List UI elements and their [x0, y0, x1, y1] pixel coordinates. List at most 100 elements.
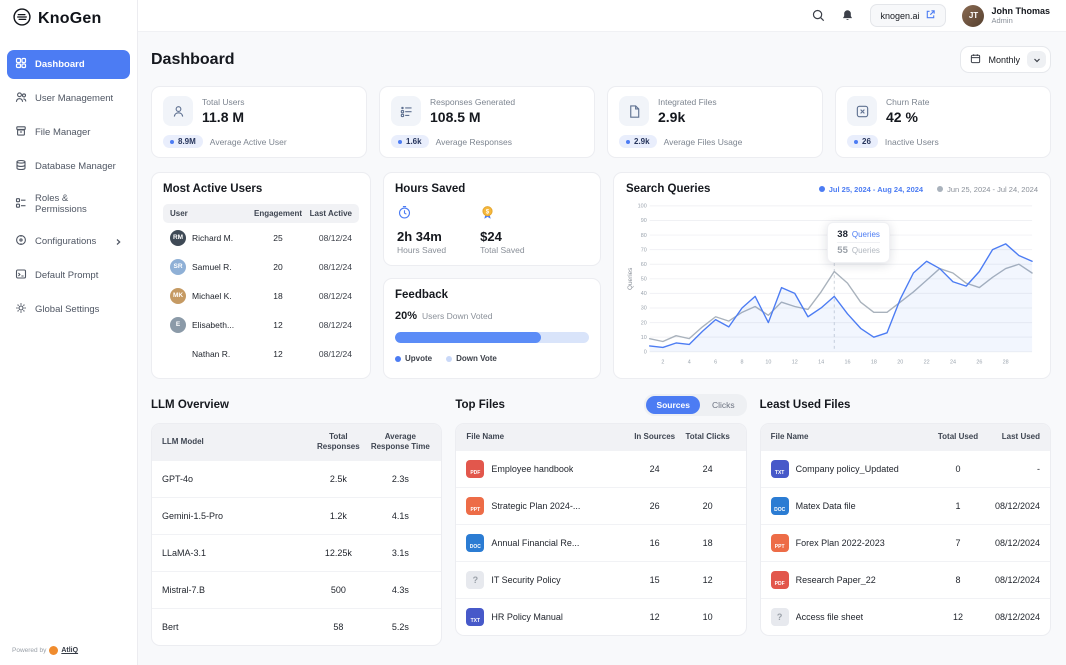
app-root: KnoGen Dashboard User Management File Ma… [0, 0, 1066, 665]
file-type-icon: ? [466, 571, 484, 589]
table-row[interactable]: ?IT Security Policy 1512 [456, 561, 745, 598]
sidebar-item-dashboard[interactable]: Dashboard [7, 50, 130, 79]
table-row[interactable]: Mistral-7.B5004.3s [152, 571, 441, 608]
stat-label: Total Users [202, 97, 245, 107]
table-row[interactable]: ?Access file sheet 1208/12/2024 [761, 598, 1050, 635]
stat-badge: 1.6k [391, 135, 429, 148]
sidebar-item-global-settings[interactable]: Global Settings [7, 295, 130, 324]
svg-text:14: 14 [818, 360, 824, 366]
table-header: File Name In Sources Total Clicks [456, 424, 745, 450]
stat-badge-label: Average Active User [210, 137, 287, 147]
knogen-logo-icon [12, 7, 32, 32]
card-title: Hours Saved [395, 183, 589, 195]
svg-text:100: 100 [638, 204, 647, 210]
sidebar-item-configurations[interactable]: Configurations [7, 227, 130, 256]
sidebar-item-label: Roles & Permissions [35, 193, 122, 215]
file-type-icon: TXT [466, 608, 484, 626]
churn-icon [847, 96, 877, 126]
powered-by: Powered by AtliQ [0, 636, 137, 665]
chevron-down-icon[interactable] [1027, 51, 1046, 68]
file-type-icon: PDF [771, 571, 789, 589]
tab-clicks[interactable]: Clicks [702, 396, 745, 414]
database-icon [15, 159, 27, 174]
svg-text:10: 10 [765, 360, 771, 366]
legend-upvote: Upvote [395, 354, 432, 363]
llm-overview-table: LLM Model Total Responses Average Respon… [151, 423, 442, 646]
top-files-toggle: Sources Clicks [644, 394, 746, 416]
file-type-icon: ? [771, 608, 789, 626]
svg-text:30: 30 [641, 306, 647, 312]
dollar-icon: $ [480, 207, 495, 224]
stat-badge-label: Inactive Users [885, 137, 939, 147]
svg-text:Queries: Queries [627, 268, 634, 290]
search-icon[interactable] [812, 9, 825, 22]
stat-badge: 2.9k [619, 135, 657, 148]
svg-text:4: 4 [688, 360, 691, 366]
sidebar-item-user-management[interactable]: User Management [7, 84, 130, 113]
table-row[interactable]: PDFResearch Paper_22 808/12/2024 [761, 561, 1050, 598]
bell-icon[interactable] [841, 9, 854, 22]
table-row[interactable]: Bert585.2s [152, 608, 441, 645]
table-header: User Engagement Last Active [163, 204, 359, 223]
table-row[interactable]: NRNathan R. 12 08/12/24 [163, 339, 359, 368]
sidebar-item-default-prompt[interactable]: Default Prompt [7, 261, 130, 290]
least-used-files-table: File Name Total Used Last Used TXTCompan… [760, 423, 1051, 636]
svg-text:80: 80 [641, 233, 647, 239]
svg-text:40: 40 [641, 291, 647, 297]
section-title: Top Files [455, 399, 505, 411]
stat-badge-label: Average Responses [436, 137, 512, 147]
sidebar-item-database-manager[interactable]: Database Manager [7, 152, 130, 181]
tab-sources[interactable]: Sources [646, 396, 700, 414]
svg-text:8: 8 [740, 360, 743, 366]
table-row[interactable]: PPTForex Plan 2022-2023 708/12/2024 [761, 524, 1050, 561]
user-role: Admin [991, 16, 1050, 25]
queries-chart[interactable]: 0102030405060708090100246810121416182022… [626, 198, 1038, 368]
table-row[interactable]: DOCMatex Data file 108/12/2024 [761, 487, 1050, 524]
table-row[interactable]: GPT-4o2.5k2.3s [152, 460, 441, 497]
table-row[interactable]: RMRichard M. 25 08/12/24 [163, 223, 359, 252]
legend-downvote: Down Vote [446, 354, 497, 363]
section-title: LLM Overview [151, 399, 229, 411]
legend-previous-period[interactable]: Jun 25, 2024 - Jul 24, 2024 [937, 185, 1038, 194]
sidebar-item-roles-permissions[interactable]: Roles & Permissions [7, 186, 130, 222]
table-row[interactable]: EElisabeth... 12 08/12/24 [163, 310, 359, 339]
stat-value: 2.9k [658, 109, 717, 125]
sidebar-item-label: File Manager [35, 127, 90, 138]
file-type-icon: DOC [466, 534, 484, 552]
hours-saved-stat: 2h 34m Hours Saved [397, 205, 446, 255]
configurations-icon [15, 234, 27, 249]
calendar-icon [970, 53, 981, 66]
file-type-icon: PPT [466, 497, 484, 515]
most-active-users-table: User Engagement Last Active RMRichard M.… [163, 204, 359, 368]
table-row[interactable]: DOCAnnual Financial Re... 1618 [456, 524, 745, 561]
external-link-icon [925, 9, 936, 22]
avatar: MK [170, 288, 186, 304]
domain-button[interactable]: knogen.ai [870, 4, 946, 27]
table-row[interactable]: MKMichael K. 18 08/12/24 [163, 281, 359, 310]
stat-badge: 8.9M [163, 135, 203, 148]
feedback-bar-fill [395, 332, 541, 343]
stat-card-total-users: Total Users 11.8 M 8.9M Average Active U… [151, 86, 367, 158]
table-row[interactable]: PDFEmployee handbook 2424 [456, 450, 745, 487]
svg-text:12: 12 [792, 360, 798, 366]
svg-text:24: 24 [950, 360, 956, 366]
table-row[interactable]: TXTHR Policy Manual 1210 [456, 598, 745, 635]
table-row[interactable]: Gemini-1.5-Pro1.2k4.1s [152, 497, 441, 534]
svg-text:26: 26 [976, 360, 982, 366]
legend-current-period[interactable]: Jul 25, 2024 - Aug 24, 2024 [819, 185, 923, 194]
atliq-logo-icon [49, 646, 58, 655]
table-row[interactable]: TXTCompany policy_Updated 0- [761, 450, 1050, 487]
atliq-link[interactable]: AtliQ [61, 647, 78, 654]
table-row[interactable]: PPTStrategic Plan 2024-... 2620 [456, 487, 745, 524]
table-row[interactable]: LLaMA-3.112.25k3.1s [152, 534, 441, 571]
svg-text:2: 2 [661, 360, 664, 366]
period-selector[interactable]: Monthly [960, 46, 1051, 73]
page-title: Dashboard [151, 51, 235, 69]
sidebar-item-file-manager[interactable]: File Manager [7, 118, 130, 147]
table-row[interactable]: SRSamuel R. 20 08/12/24 [163, 252, 359, 281]
brand-logo[interactable]: KnoGen [0, 0, 137, 38]
svg-text:22: 22 [924, 360, 930, 366]
user-menu[interactable]: JT John Thomas Admin [962, 5, 1050, 27]
stat-card-churn-rate: Churn Rate 42 % 26 Inactive Users [835, 86, 1051, 158]
sidebar-item-label: Database Manager [35, 161, 116, 172]
